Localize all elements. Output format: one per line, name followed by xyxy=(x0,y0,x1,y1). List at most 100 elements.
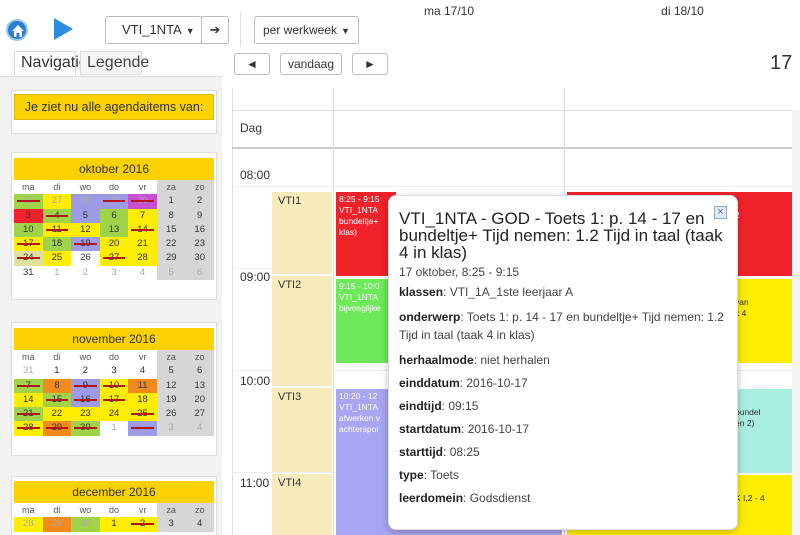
day-cell[interactable]: 17 xyxy=(99,392,129,408)
day-cell[interactable]: 23 xyxy=(185,237,214,252)
day-cell[interactable]: 6 xyxy=(185,364,214,379)
day-cell[interactable]: 26 xyxy=(14,194,43,209)
day-cell[interactable]: 6 xyxy=(99,208,129,223)
day-cell[interactable]: 15 xyxy=(42,392,72,408)
day-cell[interactable]: 4 xyxy=(185,517,214,532)
day-cell[interactable]: 12 xyxy=(71,222,100,238)
day-cell[interactable]: 19 xyxy=(71,237,100,252)
day-cell[interactable]: 31 xyxy=(14,364,43,378)
day-cell[interactable]: 15 xyxy=(156,222,186,238)
day-cell[interactable]: 10 xyxy=(14,222,43,238)
day-cell[interactable]: 24 xyxy=(99,407,129,422)
day-cell[interactable]: 27 xyxy=(42,194,72,209)
day-cell[interactable]: 4 xyxy=(128,266,157,280)
column-header-tue[interactable]: di 18/10 xyxy=(565,0,800,22)
next-button[interactable]: ► xyxy=(352,53,388,75)
play-icon[interactable] xyxy=(50,16,76,47)
day-cell[interactable]: 16 xyxy=(71,392,100,408)
day-cell[interactable]: 19 xyxy=(156,392,186,408)
day-cell[interactable]: 9 xyxy=(71,378,100,393)
scrollbar[interactable] xyxy=(792,110,800,535)
day-cell[interactable]: 28 xyxy=(128,251,157,266)
day-cell[interactable]: 18 xyxy=(128,392,157,408)
day-cell[interactable]: 30 xyxy=(71,517,100,532)
day-cell[interactable]: 6 xyxy=(185,265,214,281)
day-cell[interactable]: 3 xyxy=(156,421,186,436)
day-cell[interactable]: 28 xyxy=(71,194,100,209)
day-cell[interactable]: 26 xyxy=(156,407,186,422)
day-cell[interactable]: 23 xyxy=(71,407,100,422)
lesson-slot[interactable]: VTI1 xyxy=(272,192,332,274)
day-cell[interactable]: 1 xyxy=(156,194,186,209)
close-icon[interactable]: × xyxy=(714,206,727,219)
day-cell[interactable]: 7 xyxy=(14,378,43,393)
day-cell[interactable]: 8 xyxy=(42,378,72,393)
day-cell[interactable]: 1 xyxy=(43,364,72,378)
day-cell[interactable]: 22 xyxy=(156,237,186,252)
day-cell[interactable]: 28 xyxy=(14,517,43,532)
day-cell[interactable]: 3 xyxy=(156,517,186,532)
day-cell[interactable]: 2 xyxy=(185,194,214,209)
day-cell[interactable]: 21 xyxy=(128,237,157,252)
day-cell[interactable]: 8 xyxy=(156,208,186,223)
day-cell[interactable]: 7 xyxy=(128,208,157,223)
event-block[interactable]: 9:15 - 10:0 VTI_1NTA bijvoeglijke xyxy=(336,279,396,363)
day-cell[interactable]: 28 xyxy=(14,421,43,436)
day-cell[interactable]: 11 xyxy=(42,222,72,238)
day-cell[interactable]: 29 xyxy=(156,251,186,266)
day-cell[interactable]: 5 xyxy=(71,208,100,223)
day-cell[interactable]: 11 xyxy=(128,378,157,393)
day-cell[interactable]: 20 xyxy=(185,392,214,408)
day-cell[interactable]: 1 xyxy=(99,517,129,532)
day-cell[interactable]: 16 xyxy=(185,222,214,238)
day-cell[interactable]: 27 xyxy=(185,407,214,422)
lesson-slot[interactable]: VTI4 xyxy=(272,474,332,535)
day-cell[interactable]: 24 xyxy=(14,251,43,266)
lesson-slot[interactable]: VTI3 xyxy=(272,388,332,472)
event-block[interactable]: 8:25 - 9:15 VTI_1NTA bundeltje+ klas) xyxy=(336,192,396,276)
day-cell[interactable]: 20 xyxy=(99,237,129,252)
day-cell[interactable]: 29 xyxy=(42,421,72,436)
day-cell[interactable]: 27 xyxy=(99,251,129,266)
day-cell[interactable]: 13 xyxy=(185,378,214,393)
day-cell[interactable]: 14 xyxy=(14,392,43,408)
day-cell[interactable]: 25 xyxy=(128,407,157,422)
day-cell[interactable]: 10 xyxy=(99,378,129,393)
day-cell[interactable]: 2 xyxy=(71,364,100,378)
day-cell[interactable]: 3 xyxy=(100,266,129,280)
day-cell[interactable]: 9 xyxy=(185,208,214,223)
today-button[interactable]: vandaag xyxy=(280,53,342,75)
day-cell[interactable]: 22 xyxy=(42,407,72,422)
day-cell[interactable]: 3 xyxy=(100,364,129,378)
class-select[interactable]: VTI_1NTA ▼ xyxy=(105,16,202,44)
day-cell[interactable]: 4 xyxy=(185,421,214,436)
day-cell[interactable]: 18 xyxy=(42,237,72,252)
day-cell[interactable]: 30 xyxy=(71,421,100,436)
day-cell[interactable]: 30 xyxy=(128,194,157,209)
day-cell[interactable]: 29 xyxy=(99,194,129,209)
day-cell[interactable]: 29 xyxy=(42,517,72,532)
day-cell[interactable]: 4 xyxy=(42,208,72,223)
lesson-slot[interactable]: VTI2 xyxy=(272,276,332,386)
day-cell[interactable]: 2 xyxy=(71,266,100,280)
day-cell[interactable]: 12 xyxy=(156,378,186,393)
go-button[interactable]: ➔ xyxy=(201,16,229,44)
day-cell[interactable]: 26 xyxy=(71,251,100,265)
day-cell[interactable]: 17 xyxy=(14,237,43,252)
day-cell[interactable]: 13 xyxy=(99,222,129,238)
home-icon[interactable] xyxy=(6,19,28,41)
day-cell[interactable]: 31 xyxy=(14,266,43,280)
column-header-mon[interactable]: ma 17/10 xyxy=(334,0,564,22)
day-cell[interactable]: 21 xyxy=(14,407,43,422)
day-cell[interactable]: 1 xyxy=(100,421,129,435)
day-cell[interactable]: 14 xyxy=(128,222,157,238)
day-cell[interactable]: 5 xyxy=(156,364,186,379)
day-cell[interactable]: 25 xyxy=(42,251,72,266)
day-cell[interactable]: 1 xyxy=(43,266,72,280)
day-cell[interactable]: 3 xyxy=(14,208,43,223)
tab-navigatie[interactable]: Navigatie xyxy=(14,51,88,75)
prev-button[interactable]: ◄ xyxy=(234,53,270,75)
tab-legende[interactable]: Legende xyxy=(80,51,149,75)
day-cell[interactable]: 4 xyxy=(128,364,157,378)
day-cell[interactable]: 2 xyxy=(128,421,157,436)
